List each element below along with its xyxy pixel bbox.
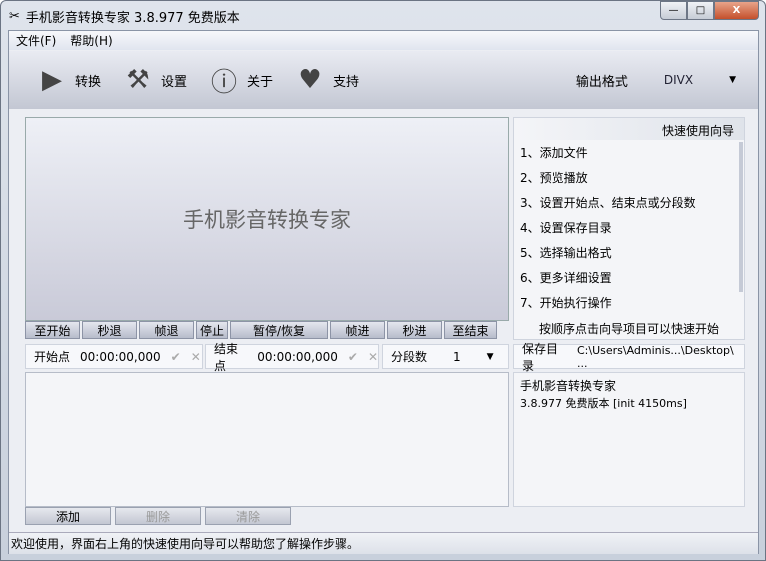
maximize-button[interactable]: □ [687,1,714,20]
save-dir-label: 保存目录 [522,341,559,373]
start-point-field: 开始点 00:00:00,000 ✔ ✕ [25,344,203,369]
playback-controls: 至开始 秒退 帧退 停止 暂停/恢复 帧进 秒进 至结束 [25,321,509,339]
pause-resume-button[interactable]: 暂停/恢复 [230,321,328,339]
window-title: 手机影音转换专家 3.8.977 免费版本 [25,10,240,26]
toolbar: ▶ 转换 ⚒ 设置 ⓘ 关于 ♥ 支持 输出格式 DIVX ▼ [9,51,758,109]
end-point-label: 结束点 [214,341,239,373]
end-point-input[interactable]: 00:00:00,000 [257,350,338,364]
guide-item[interactable]: 2、预览播放 [514,165,744,190]
start-point-input[interactable]: 00:00:00,000 [80,350,161,364]
start-point-label: 开始点 [34,350,71,364]
chevron-down-icon[interactable]: ▼ [487,352,494,362]
heart-icon: ♥ [298,65,322,95]
guide-item[interactable]: 1、添加文件 [514,140,744,165]
delete-button[interactable]: 删除 [115,507,201,525]
info-icon: ⓘ [211,67,238,98]
tools-icon: ⚒ [126,65,150,95]
end-point-field: 结束点 00:00:00,000 ✔ ✕ [205,342,379,373]
menu-file[interactable]: 文件(F) [16,32,56,49]
clear-icon[interactable]: ✕ [191,350,201,364]
clear-button[interactable]: 清除 [205,507,291,525]
info-panel: 手机影音转换专家 3.8.977 免费版本 [init 4150ms] [513,372,745,507]
menu-help[interactable]: 帮助(H) [70,32,112,49]
save-dir-input[interactable]: C:\Users\Adminis...\Desktop\ ... [577,344,744,370]
guide-title: 快速使用向导 [514,118,744,140]
frame-back-button[interactable]: 帧退 [139,321,194,339]
convert-button[interactable]: ▶ 转换 [37,65,101,95]
about-button[interactable]: ⓘ 关于 [209,62,273,99]
guide-footer: 按顺序点击向导项目可以快速开始 [538,322,719,336]
go-end-button[interactable]: 至结束 [444,321,497,339]
app-scissors-icon: ✂ [9,8,20,24]
app-window: ✂ 手机影音转换专家 3.8.977 免费版本 — □ X 文件(F) 帮助(H… [0,0,766,561]
clear-icon[interactable]: ✕ [368,350,378,364]
segments-select[interactable]: 1 [453,350,461,364]
close-button[interactable]: X [714,1,759,20]
file-list[interactable] [25,372,509,507]
info-version: 3.8.977 免费版本 [init 4150ms] [520,397,687,410]
about-label: 关于 [247,74,274,90]
check-icon[interactable]: ✔ [171,350,181,364]
output-format-label: 输出格式 [575,74,628,90]
convert-label: 转换 [75,74,102,90]
chevron-down-icon[interactable]: ▼ [729,75,736,85]
title-bar: ✂ 手机影音转换专家 3.8.977 免费版本 [9,6,240,26]
play-icon: ▶ [42,65,62,95]
guide-item[interactable]: 3、设置开始点、结束点或分段数 [514,190,744,215]
go-start-button[interactable]: 至开始 [25,321,80,339]
frame-forward-button[interactable]: 帧进 [330,321,385,339]
status-bar: 欢迎使用，界面右上角的快速使用向导可以帮助您了解操作步骤。 [9,532,758,554]
guide-item[interactable]: 5、选择输出格式 [514,240,744,265]
guide-item[interactable]: 4、设置保存目录 [514,215,744,240]
support-label: 支持 [333,74,360,90]
second-back-button[interactable]: 秒退 [82,321,137,339]
output-format-select[interactable]: DIVX [664,73,693,87]
guide-item[interactable]: 6、更多详细设置 [514,265,744,290]
settings-label: 设置 [161,74,188,90]
menu-bar: 文件(F) 帮助(H) [9,31,758,50]
check-icon[interactable]: ✔ [348,350,358,364]
video-preview: 手机影音转换专家 [25,117,509,321]
add-button[interactable]: 添加 [25,507,111,525]
scrollbar[interactable] [739,142,743,292]
second-forward-button[interactable]: 秒进 [387,321,442,339]
guide-item[interactable]: 7、开始执行操作 [514,290,744,315]
info-app-name: 手机影音转换专家 [520,379,617,393]
settings-button[interactable]: ⚒ 设置 [123,65,187,95]
save-dir-field: 保存目录 C:\Users\Adminis...\Desktop\ ... [513,342,745,373]
quick-guide-panel: 快速使用向导 1、添加文件 2、预览播放 3、设置开始点、结束点或分段数 4、设… [513,117,745,340]
stop-button[interactable]: 停止 [196,321,228,339]
support-button[interactable]: ♥ 支持 [295,65,359,95]
minimize-button[interactable]: — [660,1,687,20]
segments-field: 分段数 1 ▼ [382,344,509,369]
segments-label: 分段数 [391,350,428,364]
